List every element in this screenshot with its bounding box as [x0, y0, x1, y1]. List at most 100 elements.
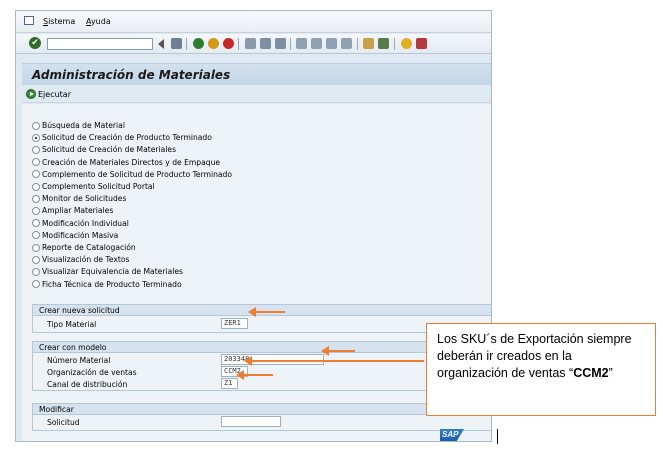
toolbar-separator: [238, 38, 239, 50]
cancel-icon[interactable]: [223, 38, 234, 49]
group-create-with-model: Crear con modelo Número Material 203348 …: [32, 341, 491, 391]
radio-button[interactable]: [32, 267, 40, 276]
find-next-icon[interactable]: [275, 38, 286, 49]
radio-button[interactable]: [32, 121, 40, 130]
back-icon[interactable]: [193, 38, 204, 49]
execute-label: Ejecutar: [38, 89, 71, 99]
option-radio-item[interactable]: Búsqueda de Material: [32, 120, 125, 131]
radio-label: Búsqueda de Material: [42, 121, 125, 130]
radio-label: Complemento de Solicitud de Producto Ter…: [42, 169, 233, 179]
radio-label: Ampliar Materiales: [42, 206, 114, 216]
option-radio-item[interactable]: Modificación Individual: [32, 218, 129, 229]
print-icon[interactable]: [245, 38, 256, 49]
shortcut-icon[interactable]: [378, 38, 389, 49]
title-bar: Administración de Materiales: [22, 63, 491, 85]
next-page-icon[interactable]: [326, 38, 337, 49]
first-page-icon[interactable]: [296, 38, 307, 49]
option-radio-item[interactable]: Reporte de Catalogación: [32, 242, 136, 253]
radio-button[interactable]: [32, 206, 40, 215]
radio-button[interactable]: [32, 133, 40, 142]
sap-window: Sistema Ayuda ✔ ▼ Admin: [15, 10, 492, 442]
exit-icon[interactable]: [208, 38, 219, 49]
tipo-material-input[interactable]: ZER1: [221, 318, 248, 329]
radio-label: Complemento Solicitud Portal: [42, 182, 155, 191]
radio-label: Visualización de Textos: [42, 255, 130, 265]
callout-highlight: CCM2: [573, 366, 609, 380]
canal-distribucion-label: Canal de distribución: [47, 380, 128, 389]
radio-label: Modificación Masiva: [42, 230, 119, 240]
radio-button[interactable]: [32, 231, 40, 240]
radio-button[interactable]: [32, 182, 40, 191]
main-content: Búsqueda de Material Solicitud de Creació…: [22, 104, 491, 441]
sap-logo-text: SAP: [442, 430, 459, 439]
help-icon[interactable]: [401, 38, 412, 49]
radio-button[interactable]: [32, 158, 40, 167]
radio-button[interactable]: [32, 145, 40, 154]
group-new-request: Crear nueva solicitud Tipo Material ZER1: [32, 304, 491, 333]
tipo-material-label: Tipo Material: [47, 320, 97, 329]
solicitud-label: Solicitud: [47, 418, 80, 427]
command-field[interactable]: ▼: [47, 38, 180, 50]
option-radio-item[interactable]: Ficha Técnica de Producto Terminado: [32, 279, 182, 290]
annotation-arrow-canal: [236, 370, 273, 380]
customize-layout-icon[interactable]: [416, 38, 427, 49]
option-radio-item[interactable]: Complemento Solicitud Portal: [32, 181, 155, 192]
radio-label: Creación de Materiales Directos y de Emp…: [42, 157, 221, 167]
radio-label: Solicitud de Creación de Materiales: [42, 145, 177, 155]
menu-bar: Sistema Ayuda: [16, 11, 491, 33]
radio-label: Ficha Técnica de Producto Terminado: [42, 279, 182, 289]
toolbar-separator: [186, 38, 187, 50]
text-cursor: [497, 429, 498, 444]
back-triangle-icon[interactable]: [158, 39, 164, 49]
create-session-icon[interactable]: [363, 38, 374, 49]
radio-button[interactable]: [32, 243, 40, 252]
menu-ayuda-label: yuda: [90, 17, 111, 26]
menu-window-icon[interactable]: [24, 16, 34, 25]
annotation-arrow-tipo-material: [248, 307, 285, 317]
toolbar-separator: [290, 38, 291, 50]
option-radio-item[interactable]: Creación de Materiales Directos y de Emp…: [32, 157, 220, 168]
previous-page-icon[interactable]: [311, 38, 322, 49]
execute-icon: [26, 89, 36, 99]
enter-check-icon[interactable]: ✔: [29, 37, 41, 49]
execute-button[interactable]: Ejecutar: [26, 88, 71, 100]
org-ventas-label: Organización de ventas: [47, 368, 137, 377]
page-title: Administración de Materiales: [32, 68, 231, 82]
radio-label: Reporte de Catalogación: [42, 243, 136, 252]
save-icon[interactable]: [171, 38, 182, 49]
radio-label: Monitor de Solicitudes: [42, 194, 127, 204]
find-icon[interactable]: [260, 38, 271, 49]
option-radio-item[interactable]: Visualización de Textos: [32, 254, 129, 265]
group-create-with-model-header: Crear con modelo: [33, 342, 491, 353]
radio-button[interactable]: [32, 170, 40, 179]
option-radio-item[interactable]: Complemento de Solicitud de Producto Ter…: [32, 169, 232, 180]
toolbar-separator: [394, 38, 395, 50]
callout-text-end: ”: [608, 366, 613, 380]
radio-label: Solicitud de Creación de Producto Termin…: [42, 133, 212, 143]
option-radio-item[interactable]: Modificación Masiva: [32, 230, 118, 241]
menu-sistema-label: istema: [48, 17, 76, 26]
system-toolbar: ✔ ▼: [16, 34, 491, 54]
annotation-arrow-numero-material: [321, 346, 355, 356]
option-radio-item[interactable]: Ampliar Materiales: [32, 205, 113, 216]
radio-button[interactable]: [32, 255, 40, 264]
radio-button[interactable]: [32, 194, 40, 203]
menu-sistema[interactable]: Sistema: [43, 17, 75, 26]
group-modify-header: Modificar: [33, 404, 491, 415]
annotation-arrow-org-ventas: [244, 356, 424, 366]
option-radio-item[interactable]: Monitor de Solicitudes: [32, 193, 126, 204]
radio-label: Modificación Individual: [42, 218, 129, 228]
numero-material-label: Número Material: [47, 356, 111, 365]
last-page-icon[interactable]: [341, 38, 352, 49]
solicitud-input[interactable]: [221, 416, 281, 427]
option-radio-item[interactable]: Solicitud de Creación de Materiales: [32, 144, 176, 155]
toolbar-separator: [357, 38, 358, 50]
group-modify: Modificar Solicitud: [32, 403, 491, 431]
radio-label: Visualizar Equivalencia de Materiales: [42, 267, 183, 277]
application-toolbar: Ejecutar: [22, 85, 491, 103]
radio-button[interactable]: [32, 219, 40, 228]
option-radio-item[interactable]: Solicitud de Creación de Producto Termin…: [32, 132, 212, 143]
option-radio-item[interactable]: Visualizar Equivalencia de Materiales: [32, 266, 183, 277]
menu-ayuda[interactable]: Ayuda: [86, 17, 111, 26]
radio-button[interactable]: [32, 280, 40, 289]
